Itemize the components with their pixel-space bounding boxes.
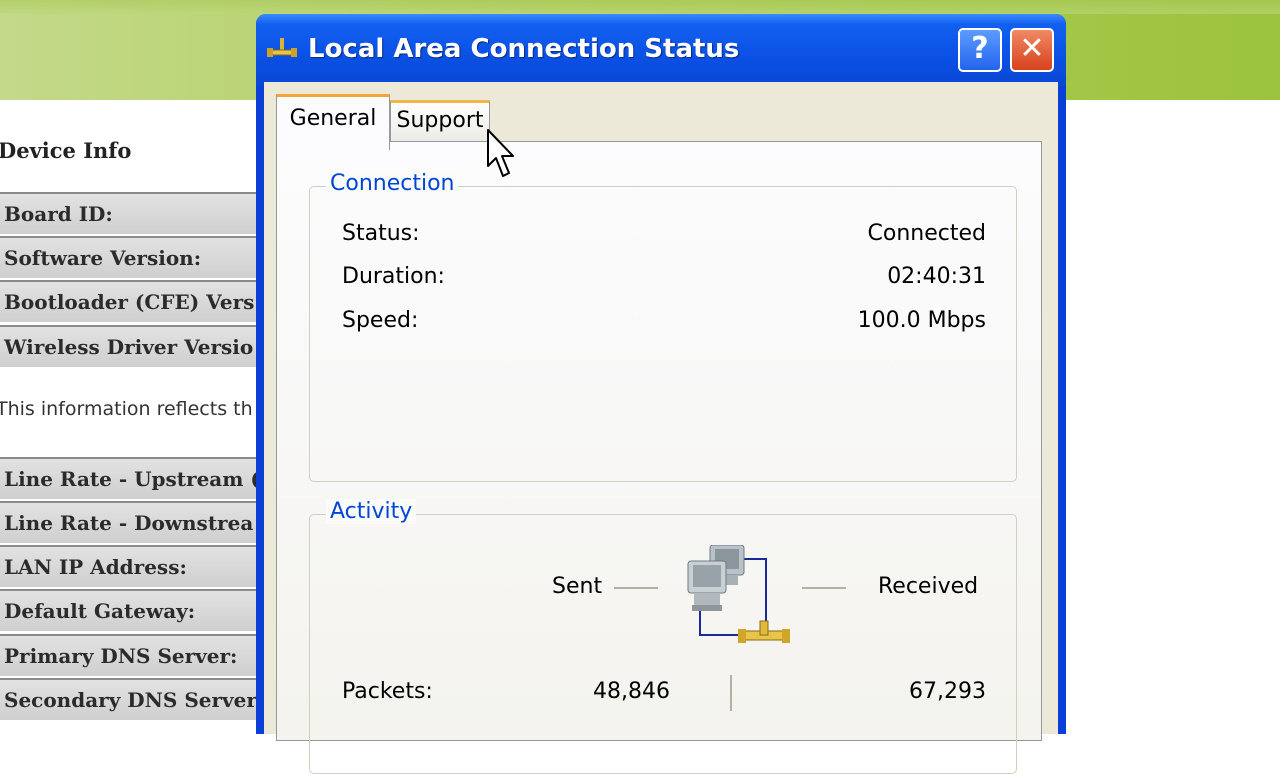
packets-sent-value: 48,846 [593,679,670,704]
sent-line [614,587,658,589]
speed-label: Speed: [342,308,419,333]
row-bootloader-version: Bootloader (CFE) Vers [0,280,256,322]
row-wireless-driver-version: Wireless Driver Versio [0,325,256,367]
activity-group: Activity Sent Received Packets: 48,846 6… [309,499,1017,774]
status-label: Status: [342,221,420,246]
device-info-heading: Device Info [0,138,132,163]
window-title: Local Area Connection Status [308,34,740,64]
speed-value: 100.0 Mbps [857,308,986,333]
row-software-version: Software Version: [0,236,256,278]
duration-label: Duration: [342,264,445,289]
connection-group-label: Connection [326,171,459,196]
help-button[interactable]: ? [958,28,1002,72]
network-connection-icon [264,36,300,68]
packets-divider [730,675,732,711]
row-line-rate-downstream: Line Rate - Downstrea [0,501,256,543]
row-primary-dns: Primary DNS Server: [0,634,256,676]
row-lan-ip-address: LAN IP Address: [0,545,256,587]
title-bar[interactable]: Local Area Connection Status ? ✕ [256,14,1066,86]
general-tab-panel: Connection Status: Connected Duration: 0… [276,141,1042,774]
sent-label: Sent [552,574,603,599]
row-board-id: Board ID: [0,192,256,234]
activity-group-label: Activity [326,499,417,524]
row-default-gateway: Default Gateway: [0,589,256,631]
packets-received-value: 67,293 [909,679,986,704]
status-value: Connected [867,221,986,246]
received-line [802,587,846,589]
connection-group: Connection Status: Connected Duration: 0… [309,171,1017,482]
duration-value: 02:40:31 [887,264,986,289]
info-note: This information reflects th [0,398,253,420]
dialog-client-area: Connection Status: Connected Duration: 0… [264,82,1058,774]
received-label: Received [878,574,979,599]
row-secondary-dns: Secondary DNS Server [0,678,256,720]
mouse-cursor-icon [486,128,516,188]
network-computers-icon [686,544,796,659]
tab-support[interactable]: Support [390,100,490,142]
tab-general[interactable]: General [276,94,390,150]
packets-label: Packets: [342,679,433,704]
status-dialog: Local Area Connection Status ? ✕ Connect… [256,14,1066,774]
row-line-rate-upstream: Line Rate - Upstream ( [0,457,256,499]
close-button[interactable]: ✕ [1010,28,1054,72]
